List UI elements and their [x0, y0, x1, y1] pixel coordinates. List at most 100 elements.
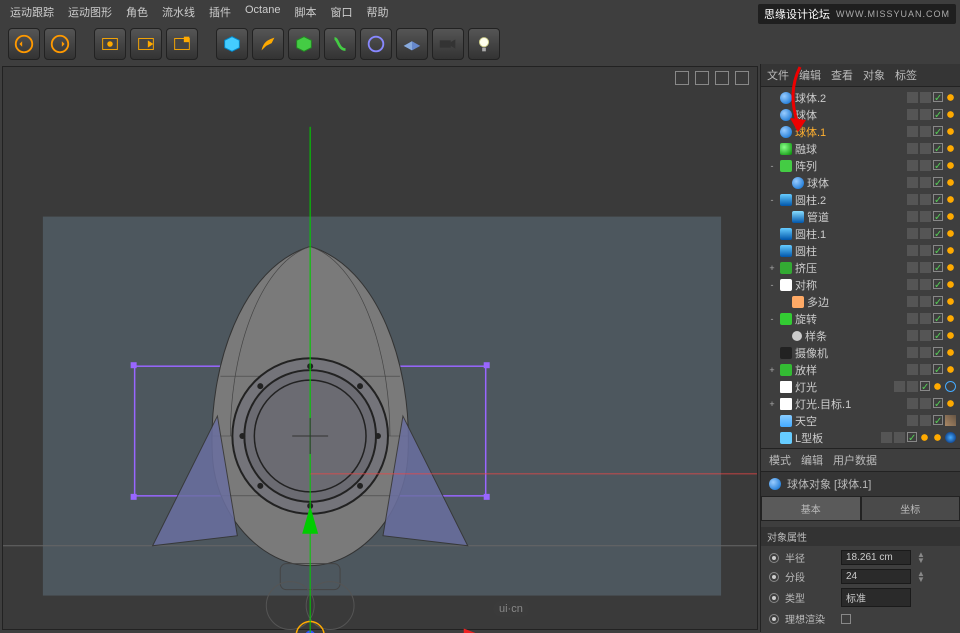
expand-icon[interactable]: +	[767, 263, 777, 273]
object-tags[interactable]: ✓	[907, 415, 956, 426]
object-label[interactable]: 挤压	[795, 260, 904, 276]
object-label[interactable]: 融球	[795, 141, 904, 157]
object-label[interactable]: 球体.2	[795, 90, 904, 106]
object-label[interactable]: 圆柱	[795, 243, 904, 259]
object-tags[interactable]: ✓	[907, 126, 956, 137]
object-label[interactable]: 对称	[795, 277, 904, 293]
environment-button[interactable]	[360, 28, 392, 60]
type-radio[interactable]	[769, 593, 779, 603]
render-settings-button[interactable]	[166, 28, 198, 60]
object-tags[interactable]: ✓	[907, 92, 956, 103]
expand-icon[interactable]	[767, 229, 777, 239]
menu-pipeline[interactable]: 流水线	[162, 4, 195, 20]
object-label[interactable]: 球体.1	[795, 124, 904, 140]
expand-icon[interactable]	[779, 331, 789, 341]
tree-row[interactable]: -对称✓	[761, 276, 960, 293]
om-tab-object[interactable]: 对象	[863, 67, 885, 83]
object-tags[interactable]: ✓	[907, 313, 956, 324]
tree-row[interactable]: 管道✓	[761, 208, 960, 225]
floor-button[interactable]	[396, 28, 428, 60]
expand-icon[interactable]: -	[767, 314, 777, 324]
tree-row[interactable]: +放样✓	[761, 361, 960, 378]
spline-pen-button[interactable]	[252, 28, 284, 60]
expand-icon[interactable]	[779, 297, 789, 307]
object-tags[interactable]: ✓	[907, 143, 956, 154]
object-tags[interactable]: ✓	[907, 398, 956, 409]
render-view-button[interactable]	[94, 28, 126, 60]
subtab-coord[interactable]: 坐标	[861, 496, 960, 521]
generator-button[interactable]	[288, 28, 320, 60]
tree-row[interactable]: 灯光✓	[761, 378, 960, 395]
object-tags[interactable]: ✓	[907, 262, 956, 273]
tree-row[interactable]: 样条✓	[761, 327, 960, 344]
object-tree[interactable]: 球体.2✓球体✓球体.1✓融球✓-阵列✓球体✓-圆柱.2✓管道✓圆柱.1✓圆柱✓…	[761, 87, 960, 448]
object-label[interactable]: 圆柱.2	[795, 192, 904, 208]
viewport-3d[interactable]	[3, 67, 757, 633]
expand-icon[interactable]	[767, 348, 777, 358]
tree-row[interactable]: - 阵列✓	[761, 157, 960, 174]
attr-tab-userdata[interactable]: 用户数据	[833, 452, 877, 468]
attr-tab-edit[interactable]: 编辑	[801, 452, 823, 468]
ideal-checkbox[interactable]	[841, 614, 851, 624]
expand-icon[interactable]: +	[767, 399, 777, 409]
segments-spinner[interactable]: ▲▼	[917, 571, 925, 583]
expand-icon[interactable]	[767, 127, 777, 137]
expand-icon[interactable]: -	[767, 161, 777, 171]
expand-icon[interactable]	[767, 382, 777, 392]
object-tags[interactable]: ✓	[907, 211, 956, 222]
object-label[interactable]: 旋转	[795, 311, 904, 327]
object-tags[interactable]: ✓	[907, 347, 956, 358]
object-tags[interactable]: ✓	[907, 160, 956, 171]
om-tab-edit[interactable]: 编辑	[799, 67, 821, 83]
expand-icon[interactable]	[767, 416, 777, 426]
tree-row[interactable]: + 灯光.目标.1✓	[761, 395, 960, 412]
menu-motion-track[interactable]: 运动跟踪	[10, 4, 54, 20]
expand-icon[interactable]	[767, 93, 777, 103]
object-label[interactable]: 灯光.目标.1	[795, 396, 904, 412]
tree-row[interactable]: 球体.1✓	[761, 123, 960, 140]
primitive-cube-button[interactable]	[216, 28, 248, 60]
camera-button[interactable]	[432, 28, 464, 60]
ideal-radio[interactable]	[769, 614, 779, 624]
menu-octane[interactable]: Octane	[245, 4, 280, 20]
tree-row[interactable]: 融球✓	[761, 140, 960, 157]
tree-row[interactable]: 摄像机✓	[761, 344, 960, 361]
menu-plugins[interactable]: 插件	[209, 4, 231, 20]
segments-input[interactable]: 24	[841, 569, 911, 584]
render-pv-button[interactable]	[130, 28, 162, 60]
object-tags[interactable]: ✓	[894, 381, 956, 392]
object-tags[interactable]: ✓	[907, 228, 956, 239]
object-label[interactable]: 样条	[805, 328, 904, 344]
object-tags[interactable]: ✓	[907, 109, 956, 120]
object-label[interactable]: 天空	[795, 413, 904, 429]
subtab-basic[interactable]: 基本	[761, 496, 861, 521]
menu-window[interactable]: 窗口	[330, 4, 352, 20]
menu-help[interactable]: 帮助	[366, 4, 388, 20]
tree-row[interactable]: 球体✓	[761, 106, 960, 123]
object-label[interactable]: 阵列	[795, 158, 904, 174]
om-tab-tags[interactable]: 标签	[895, 67, 917, 83]
undo-button[interactable]	[8, 28, 40, 60]
object-label[interactable]: 管道	[807, 209, 904, 225]
object-label[interactable]: 球体	[807, 175, 904, 191]
radius-radio[interactable]	[769, 553, 779, 563]
object-tags[interactable]: ✓	[907, 194, 956, 205]
om-tab-view[interactable]: 查看	[831, 67, 853, 83]
light-button[interactable]	[468, 28, 500, 60]
tree-row[interactable]: 球体✓	[761, 174, 960, 191]
tree-row[interactable]: 天空✓	[761, 412, 960, 429]
tree-row[interactable]: 多边✓	[761, 293, 960, 310]
attr-tab-mode[interactable]: 模式	[769, 452, 791, 468]
expand-icon[interactable]: +	[767, 365, 777, 375]
expand-icon[interactable]	[767, 110, 777, 120]
object-tags[interactable]: ✓	[907, 177, 956, 188]
menu-script[interactable]: 脚本	[294, 4, 316, 20]
expand-icon[interactable]	[767, 246, 777, 256]
menu-mograph[interactable]: 运动图形	[68, 4, 112, 20]
radius-spinner[interactable]: ▲▼	[917, 552, 925, 564]
object-label[interactable]: 灯光	[795, 379, 891, 395]
expand-icon[interactable]	[767, 144, 777, 154]
menu-character[interactable]: 角色	[126, 4, 148, 20]
expand-icon[interactable]: -	[767, 195, 777, 205]
object-tags[interactable]: ✓	[907, 330, 956, 341]
